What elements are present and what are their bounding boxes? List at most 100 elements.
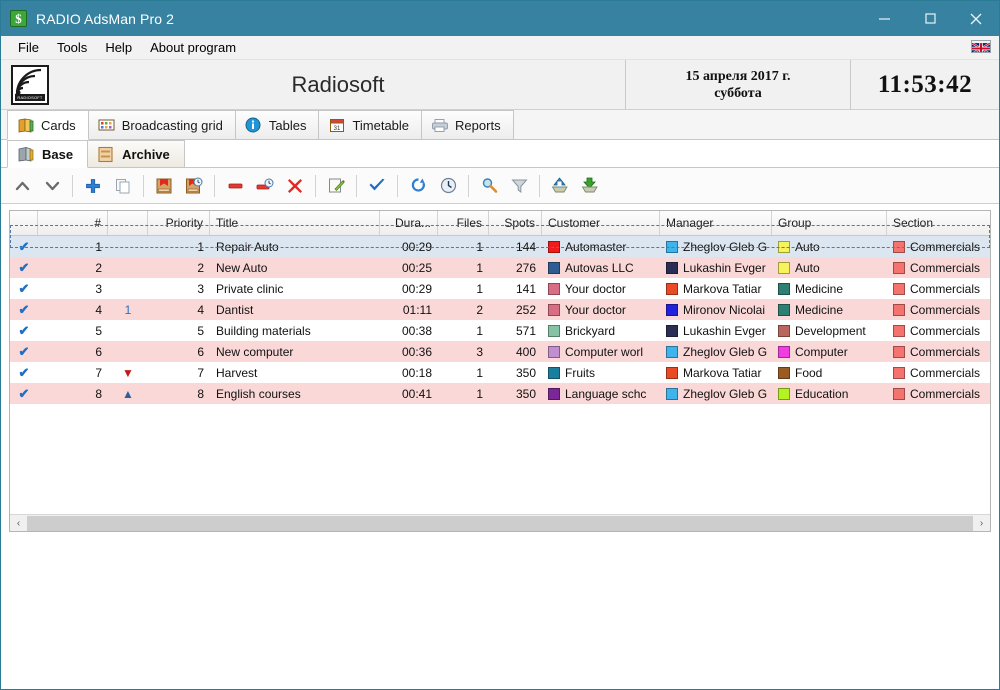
- menu-file[interactable]: File: [9, 38, 48, 58]
- copy-button[interactable]: [108, 171, 138, 201]
- cell-duration: 00:41: [380, 383, 438, 404]
- customer-color-swatch: [548, 283, 560, 295]
- grid-column-header-group[interactable]: Group: [772, 211, 887, 235]
- tab-base[interactable]: Base: [7, 140, 88, 168]
- tab-archive[interactable]: Archive: [87, 140, 185, 167]
- table-row[interactable]: ✔11Repair Auto00:291144AutomasterZheglov…: [10, 236, 990, 257]
- priority-marker: 1: [125, 303, 132, 317]
- table-row[interactable]: ✔414Dantist01:112252Your doctorMironov N…: [10, 299, 990, 320]
- table-row[interactable]: ✔22New Auto00:251276Autovas LLCLukashin …: [10, 257, 990, 278]
- tab-reports[interactable]: Reports: [421, 110, 514, 139]
- window-title: RADIO AdsMan Pro 2: [36, 11, 174, 27]
- tab-broadcasting-grid[interactable]: Broadcasting grid: [88, 110, 236, 139]
- grid-column-header-title[interactable]: Title: [210, 211, 380, 235]
- grid-column-header-num[interactable]: #: [38, 211, 108, 235]
- tab-cards[interactable]: Cards: [7, 110, 89, 140]
- grid-column-header-spots[interactable]: Spots: [489, 211, 542, 235]
- customer-color-swatch: [548, 346, 560, 358]
- checkmark-icon[interactable]: ✔: [19, 261, 30, 274]
- cell-duration: 00:36: [380, 341, 438, 362]
- grid-column-header-customer[interactable]: Customer: [542, 211, 660, 235]
- checkmark-icon[interactable]: ✔: [19, 345, 30, 358]
- menu-about-program[interactable]: About program: [141, 38, 245, 58]
- tab-cards-label: Cards: [41, 118, 76, 133]
- cell-num: 8: [38, 383, 108, 404]
- checkmark-icon[interactable]: ✔: [19, 303, 30, 316]
- cell-group: Auto: [772, 236, 887, 257]
- refresh-button[interactable]: [403, 171, 433, 201]
- cell-spots: 144: [489, 236, 542, 257]
- uk-flag-icon[interactable]: [971, 40, 991, 53]
- confirm-button[interactable]: [362, 171, 392, 201]
- table-row[interactable]: ✔7▼7Harvest00:181350FruitsMarkova Tatiar…: [10, 362, 990, 383]
- table-row[interactable]: ✔8▲8English courses00:411350Language sch…: [10, 383, 990, 404]
- edit-button[interactable]: [321, 171, 351, 201]
- grid-column-header-check[interactable]: [10, 211, 38, 235]
- customer-label: Brickyard: [565, 324, 615, 338]
- menu-tools[interactable]: Tools: [48, 38, 96, 58]
- checkmark-icon[interactable]: ✔: [19, 366, 30, 379]
- group-label: Medicine: [795, 282, 843, 296]
- delete-button[interactable]: [280, 171, 310, 201]
- cell-check: ✔: [10, 278, 38, 299]
- cell-manager: Zheglov Gleb G: [660, 383, 772, 404]
- scroll-left-arrow[interactable]: ‹: [10, 515, 27, 531]
- tab-archive-label: Archive: [122, 147, 170, 162]
- toolbar-separator: [72, 175, 73, 197]
- priority-down-icon: ▼: [122, 367, 134, 379]
- grid-column-header-prio_mark[interactable]: [108, 211, 148, 235]
- scrollbar-thumb[interactable]: [27, 516, 973, 531]
- move-down-button[interactable]: [37, 171, 67, 201]
- horizontal-scrollbar[interactable]: ‹ ›: [10, 514, 990, 531]
- svg-text:31: 31: [334, 126, 341, 132]
- add-button[interactable]: [78, 171, 108, 201]
- primary-tab-bar: Cards Broadcasting grid: [1, 110, 999, 140]
- title-bar: $ RADIO AdsMan Pro 2: [1, 1, 999, 36]
- export-button[interactable]: [575, 171, 605, 201]
- section-color-swatch: [893, 304, 905, 316]
- import-button[interactable]: [545, 171, 575, 201]
- checkmark-icon[interactable]: ✔: [19, 240, 30, 253]
- archive-clock-button[interactable]: [179, 171, 209, 201]
- group-color-swatch: [778, 262, 790, 274]
- archive-in-button[interactable]: [149, 171, 179, 201]
- tab-tables[interactable]: Tables: [235, 110, 320, 139]
- table-row[interactable]: ✔33Private clinic00:291141Your doctorMar…: [10, 278, 990, 299]
- grid-column-header-manager[interactable]: Manager: [660, 211, 772, 235]
- move-up-button[interactable]: [7, 171, 37, 201]
- cell-duration: 00:29: [380, 278, 438, 299]
- clock-button[interactable]: [433, 171, 463, 201]
- manager-label: Lukashin Evger: [683, 324, 766, 338]
- cell-section: Commercials: [887, 278, 991, 299]
- cell-num: 2: [38, 257, 108, 278]
- toolbar-separator: [143, 175, 144, 197]
- customer-label: Computer worl: [565, 345, 643, 359]
- menu-help[interactable]: Help: [96, 38, 141, 58]
- maximize-button[interactable]: [907, 1, 953, 36]
- close-button[interactable]: [953, 1, 999, 36]
- calendar-icon: 31: [327, 117, 346, 134]
- table-row[interactable]: ✔66New computer00:363400Computer worlZhe…: [10, 341, 990, 362]
- cell-priority: 8: [148, 383, 210, 404]
- table-row[interactable]: ✔55Building materials00:381571BrickyardL…: [10, 320, 990, 341]
- scrollbar-track[interactable]: [27, 516, 973, 531]
- search-button[interactable]: [474, 171, 504, 201]
- manager-color-swatch: [666, 241, 678, 253]
- cell-check: ✔: [10, 299, 38, 320]
- checkmark-icon[interactable]: ✔: [19, 324, 30, 337]
- minimize-button[interactable]: [861, 1, 907, 36]
- tab-timetable[interactable]: 31 Timetable: [318, 110, 422, 139]
- checkmark-icon[interactable]: ✔: [19, 282, 30, 295]
- remove-button[interactable]: [220, 171, 250, 201]
- filter-button[interactable]: [504, 171, 534, 201]
- grid-body: ✔11Repair Auto00:291144AutomasterZheglov…: [10, 236, 990, 404]
- remove-clock-button[interactable]: [250, 171, 280, 201]
- cell-customer: Autovas LLC: [542, 257, 660, 278]
- grid-column-header-files[interactable]: Files: [438, 211, 489, 235]
- grid-column-header-priority[interactable]: Priority: [148, 211, 210, 235]
- cell-customer: Brickyard: [542, 320, 660, 341]
- checkmark-icon[interactable]: ✔: [19, 387, 30, 400]
- scroll-right-arrow[interactable]: ›: [973, 515, 990, 531]
- grid-column-header-section[interactable]: Section: [887, 211, 991, 235]
- grid-column-header-duration[interactable]: Dura...: [380, 211, 438, 235]
